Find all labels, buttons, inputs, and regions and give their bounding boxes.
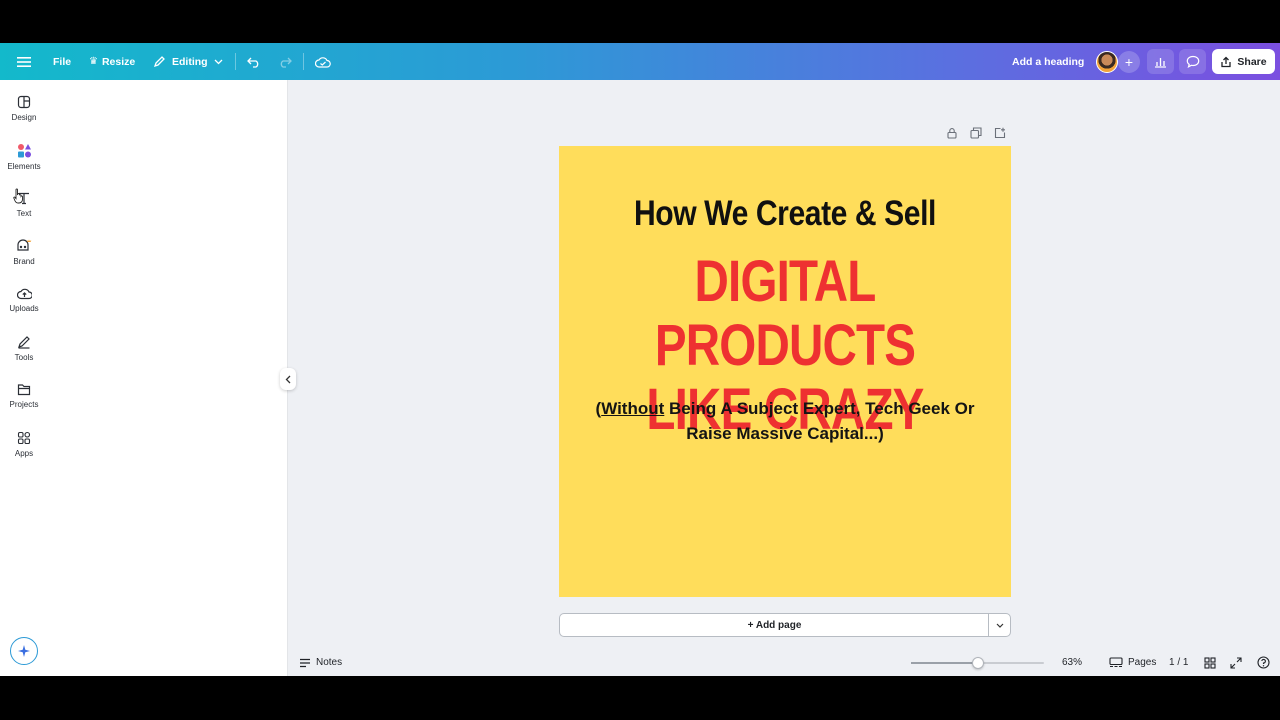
uploads-icon	[16, 288, 32, 300]
rail-label-projects: Projects	[9, 400, 39, 409]
rail-label-brand: Brand	[13, 257, 35, 266]
lock-icon[interactable]	[946, 127, 958, 139]
brand-icon	[17, 239, 32, 251]
tools-icon	[18, 336, 30, 349]
rail-item-tools[interactable]: Tools	[0, 331, 48, 375]
rail-label-uploads: Uploads	[9, 304, 39, 313]
sparkle-icon	[18, 645, 30, 657]
toolbar-divider	[235, 53, 236, 70]
highlight-line-1: DIGITAL PRODUCTS	[654, 249, 916, 378]
pages-label: Pages	[1128, 657, 1157, 668]
rail-item-elements[interactable]: Elements	[0, 139, 48, 183]
editor-app: File ♛ Resize Editing Add a heading + Sh…	[0, 43, 1280, 676]
chevron-down-icon	[214, 59, 223, 64]
subheadline-rest: Being A Subject Expert, Tech Geek Or Rai…	[664, 399, 975, 443]
rail-item-uploads[interactable]: Uploads	[0, 283, 48, 327]
avatar[interactable]	[1096, 51, 1118, 73]
rail-item-apps[interactable]: Apps	[0, 427, 48, 471]
bottom-bar: Notes 63% Pages 1 / 1	[288, 649, 1280, 676]
page-tools	[946, 127, 1006, 139]
rail-label-design: Design	[11, 113, 37, 122]
share-icon	[1221, 56, 1232, 67]
share-label: Share	[1237, 55, 1267, 68]
design-canvas-page[interactable]: How We Create & Sell DIGITAL PRODUCTS LI…	[559, 146, 1011, 597]
zoom-slider-thumb[interactable]	[971, 657, 984, 669]
elements-icon	[17, 144, 31, 158]
duplicate-page-icon[interactable]	[970, 127, 982, 139]
undo-icon[interactable]	[247, 43, 261, 80]
top-toolbar: File ♛ Resize Editing Add a heading + Sh…	[0, 43, 1280, 80]
pages-icon	[1109, 657, 1123, 668]
resize-button[interactable]: ♛ Resize	[89, 43, 135, 80]
subheadline-text[interactable]: (Without Being A Subject Expert, Tech Ge…	[589, 396, 981, 446]
zoom-value[interactable]: 63%	[1062, 649, 1082, 676]
crown-icon: ♛	[89, 56, 98, 67]
left-nav-rail: Design Elements Text Brand Uploads Tools…	[0, 80, 48, 676]
add-page-menu-button[interactable]	[988, 613, 1011, 637]
menu-icon[interactable]	[17, 43, 31, 80]
insights-icon[interactable]	[1147, 49, 1174, 74]
design-icon	[17, 95, 31, 109]
rail-label-elements: Elements	[7, 162, 41, 171]
share-button[interactable]: Share	[1212, 49, 1275, 74]
toolbar-divider	[303, 53, 304, 70]
rail-label-tools: Tools	[14, 353, 34, 362]
editing-label: Editing	[172, 55, 208, 68]
redo-icon[interactable]	[278, 43, 292, 80]
notes-icon	[300, 658, 310, 667]
zoom-slider-fill	[911, 662, 978, 664]
mouse-cursor-icon	[13, 188, 23, 204]
pencil-icon	[153, 56, 165, 68]
rail-item-text[interactable]: Text	[0, 187, 48, 231]
magic-assistant-button[interactable]	[10, 637, 38, 665]
projects-icon	[17, 384, 31, 396]
grid-view-icon[interactable]	[1204, 649, 1216, 676]
notes-label: Notes	[316, 657, 343, 668]
collapse-panel-button[interactable]	[280, 368, 296, 390]
page-counter: 1 / 1	[1169, 657, 1189, 668]
subheadline-underlined: Without	[601, 399, 665, 418]
add-collaborator-icon[interactable]: +	[1118, 51, 1140, 73]
zoom-slider[interactable]	[911, 657, 1044, 669]
add-page-icon[interactable]	[994, 127, 1006, 139]
add-heading-button[interactable]: Add a heading	[1012, 43, 1084, 80]
rail-label-apps: Apps	[14, 449, 34, 458]
rail-item-design[interactable]: Design	[0, 91, 48, 135]
rail-item-brand[interactable]: Brand	[0, 235, 48, 279]
editing-mode-dropdown[interactable]: Editing	[153, 43, 223, 80]
comment-icon[interactable]	[1179, 49, 1206, 74]
cloud-save-icon[interactable]	[315, 43, 331, 80]
file-menu[interactable]: File	[53, 43, 71, 80]
chevron-left-icon	[285, 375, 291, 383]
resize-label: Resize	[101, 55, 136, 68]
help-icon[interactable]	[1257, 649, 1270, 676]
headline-text[interactable]: How We Create & Sell	[591, 194, 980, 234]
chevron-down-icon	[996, 623, 1003, 628]
fullscreen-icon[interactable]	[1230, 649, 1242, 676]
pages-button[interactable]: Pages	[1109, 649, 1156, 676]
add-page-button[interactable]: + Add page	[559, 613, 989, 637]
rail-item-projects[interactable]: Projects	[0, 379, 48, 423]
notes-button[interactable]: Notes	[299, 649, 342, 676]
side-panel	[48, 80, 288, 676]
rail-label-text: Text	[16, 209, 32, 218]
apps-icon	[17, 431, 31, 445]
